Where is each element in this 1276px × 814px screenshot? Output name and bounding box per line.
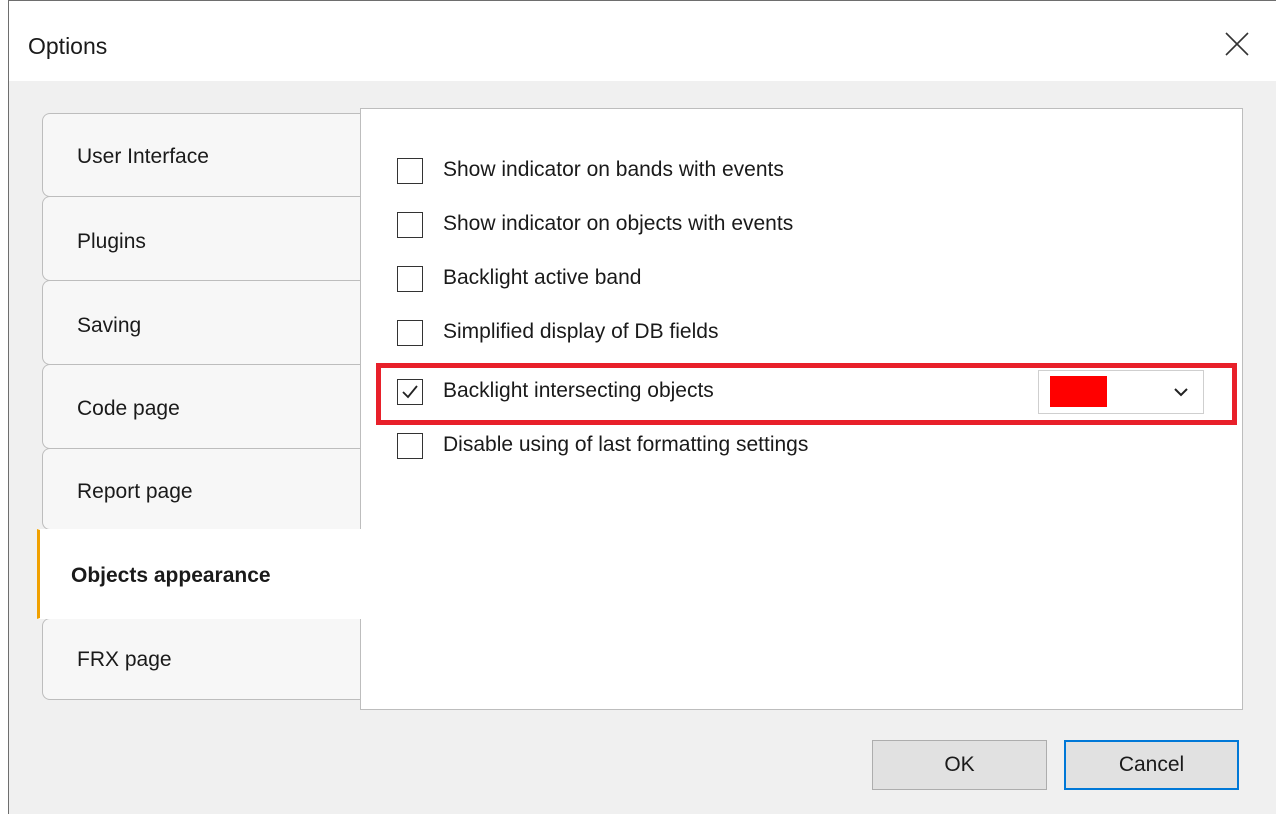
highlight-annotation — [376, 363, 1237, 425]
tab-label: Plugins — [77, 230, 146, 253]
tab-plugins[interactable]: Plugins — [42, 196, 369, 281]
checkbox[interactable] — [397, 266, 423, 292]
tab-saving[interactable]: Saving — [42, 280, 369, 365]
tab-label: Report page — [77, 480, 193, 503]
cancel-button[interactable]: Cancel — [1064, 740, 1239, 790]
dialog-title: Options — [28, 33, 108, 59]
tab-label: FRX page — [77, 648, 172, 671]
option-label: Show indicator on bands with events — [443, 158, 784, 181]
title-bar: Options — [9, 1, 1276, 81]
close-icon — [1225, 32, 1249, 56]
ok-button[interactable]: OK — [872, 740, 1047, 790]
tab-label: Saving — [77, 314, 142, 337]
tab-label: Code page — [77, 397, 180, 420]
tab-report-page[interactable]: Report page — [42, 448, 369, 530]
option-label: Backlight active band — [443, 266, 642, 289]
tab-code-page[interactable]: Code page — [42, 364, 369, 449]
checkbox[interactable] — [397, 320, 423, 346]
tab-label: Objects appearance — [71, 564, 271, 587]
checkbox[interactable] — [397, 158, 423, 184]
checkbox[interactable] — [397, 212, 423, 238]
checkbox[interactable] — [397, 433, 423, 459]
tab-user-interface[interactable]: User Interface — [42, 113, 369, 197]
close-button[interactable] — [1214, 21, 1260, 67]
tab-frx-page[interactable]: FRX page — [42, 618, 369, 700]
option-label: Show indicator on objects with events — [443, 212, 794, 235]
option-label: Simplified display of DB fields — [443, 320, 719, 343]
tab-objects-appearance[interactable]: Objects appearance — [37, 529, 369, 619]
tab-label: User Interface — [77, 145, 209, 168]
option-label: Disable using of last formatting setting… — [443, 433, 809, 456]
